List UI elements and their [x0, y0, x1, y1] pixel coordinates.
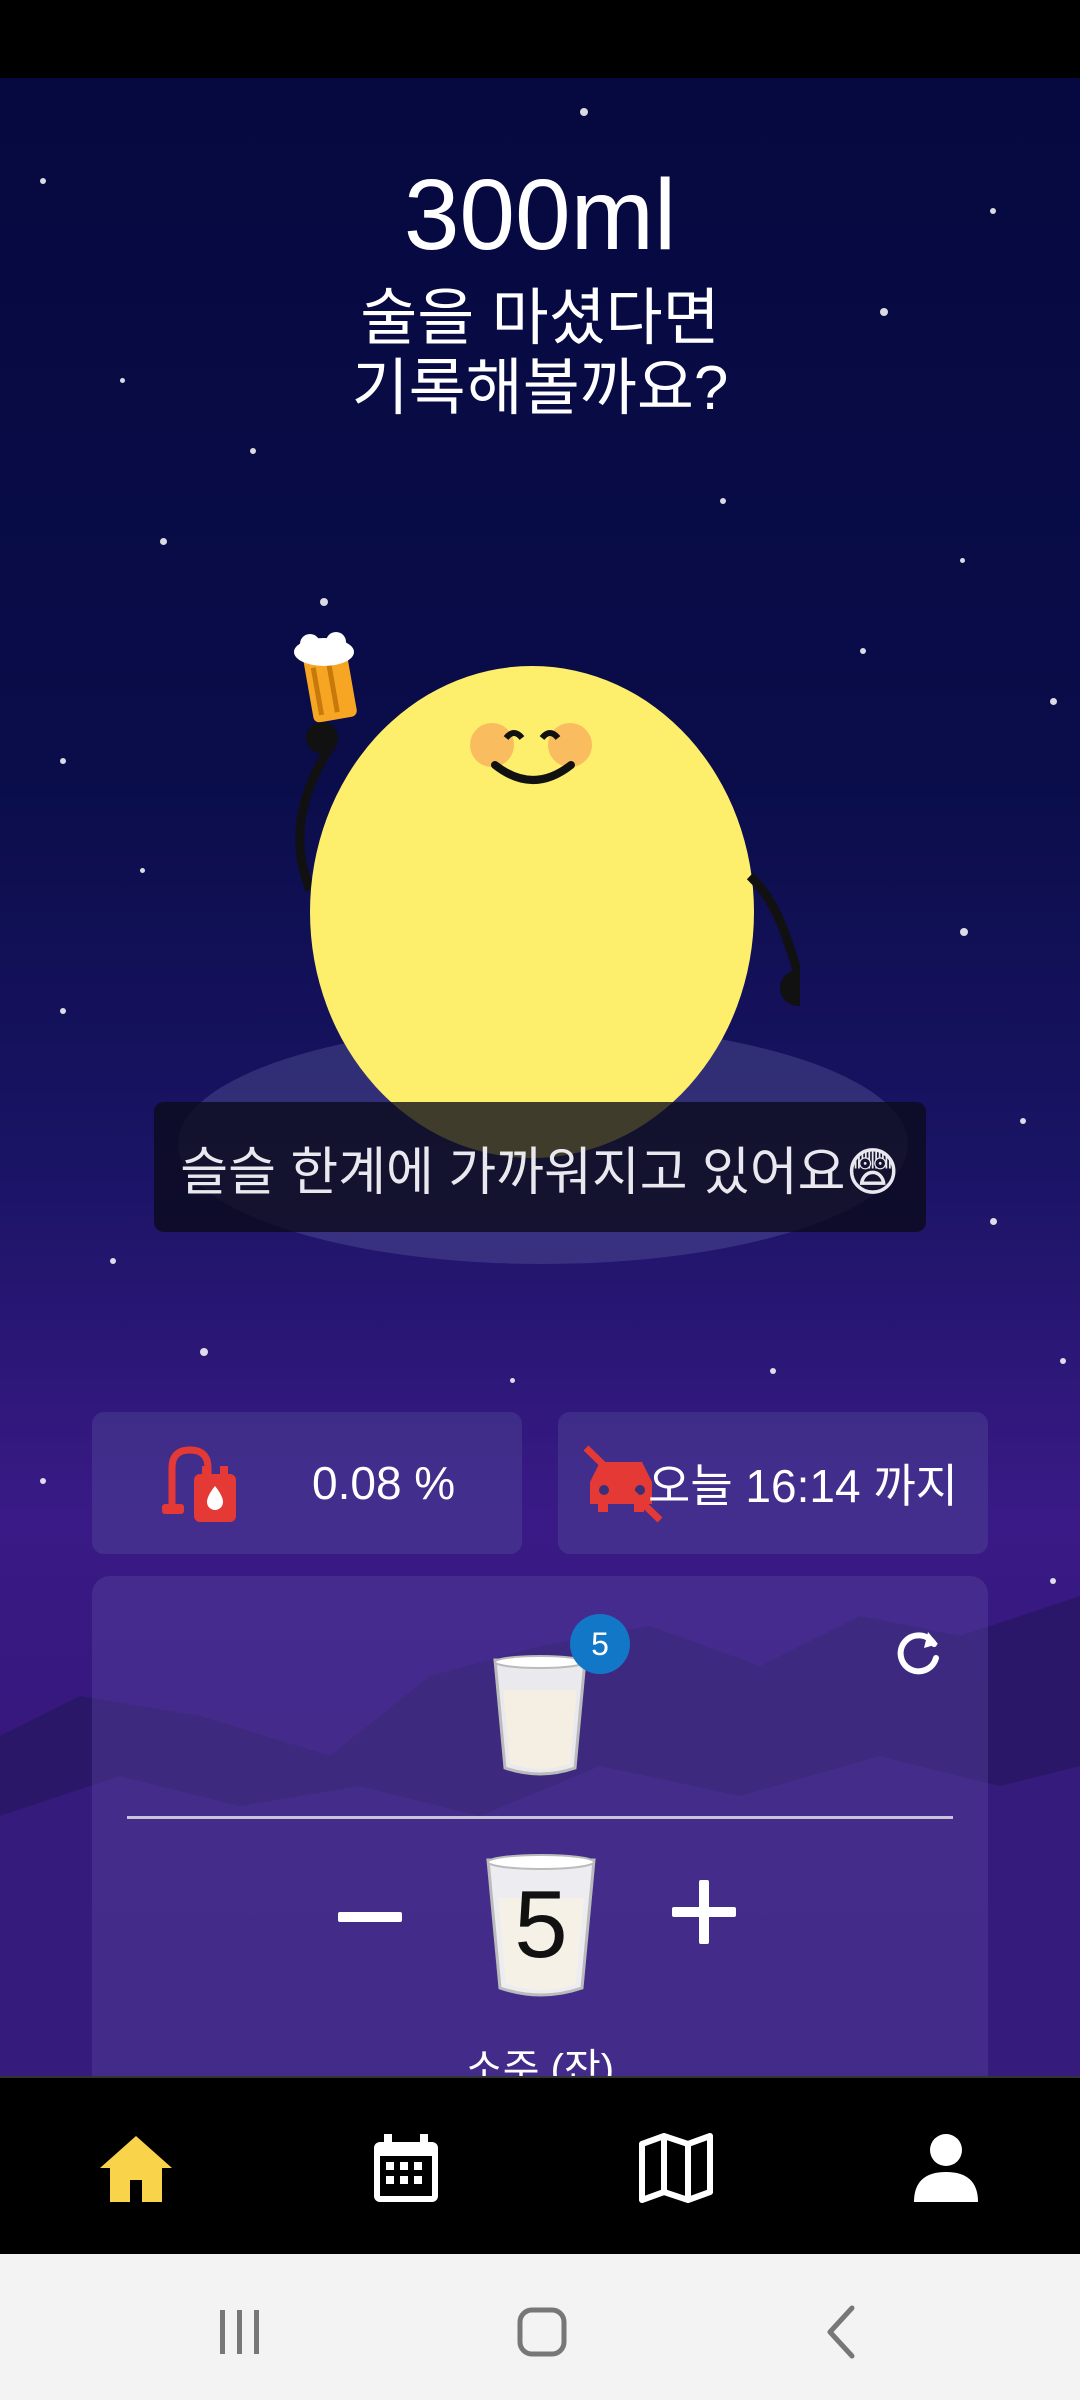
reset-refresh-icon[interactable] [888, 1622, 948, 1682]
status-message: 슬슬 한계에 가까워지고 있어요😨 [154, 1102, 926, 1232]
soju-glass-icon [493, 1655, 587, 1776]
recent-apps-icon[interactable] [210, 2302, 270, 2362]
bac-card: 0.08 % [92, 1412, 522, 1554]
home-icon[interactable] [96, 2128, 176, 2208]
calendar-icon[interactable] [366, 2128, 446, 2208]
profile-icon[interactable] [906, 2128, 986, 2208]
bottom-navigation [0, 2076, 1080, 2256]
status-bar [0, 0, 1080, 78]
system-navigation-bar [0, 2254, 1080, 2400]
drive-until-text: 오늘 16:14 까지 [648, 1460, 958, 1512]
total-amount: 300ml [403, 159, 677, 271]
drink-count-badge: 5 [570, 1614, 630, 1674]
bac-value: 0.08 % [312, 1457, 456, 1509]
moon-character-holding-beer[interactable] [280, 630, 800, 1170]
decrement-button[interactable] [338, 1912, 402, 1922]
drink-count: 5 [514, 1871, 568, 1978]
blood-alcohol-icon [162, 1446, 236, 1522]
headline-prompt: 술을 마셨다면 기록해볼까요? [351, 284, 729, 423]
increment-button[interactable] [672, 1880, 736, 1944]
drive-time-card: 오늘 16:14 까지 [558, 1412, 988, 1554]
counter-divider [127, 1816, 953, 1819]
home-system-icon[interactable] [512, 2302, 572, 2362]
back-icon[interactable] [814, 2302, 874, 2362]
map-icon[interactable] [636, 2128, 716, 2208]
beer-mug-icon [294, 632, 357, 723]
